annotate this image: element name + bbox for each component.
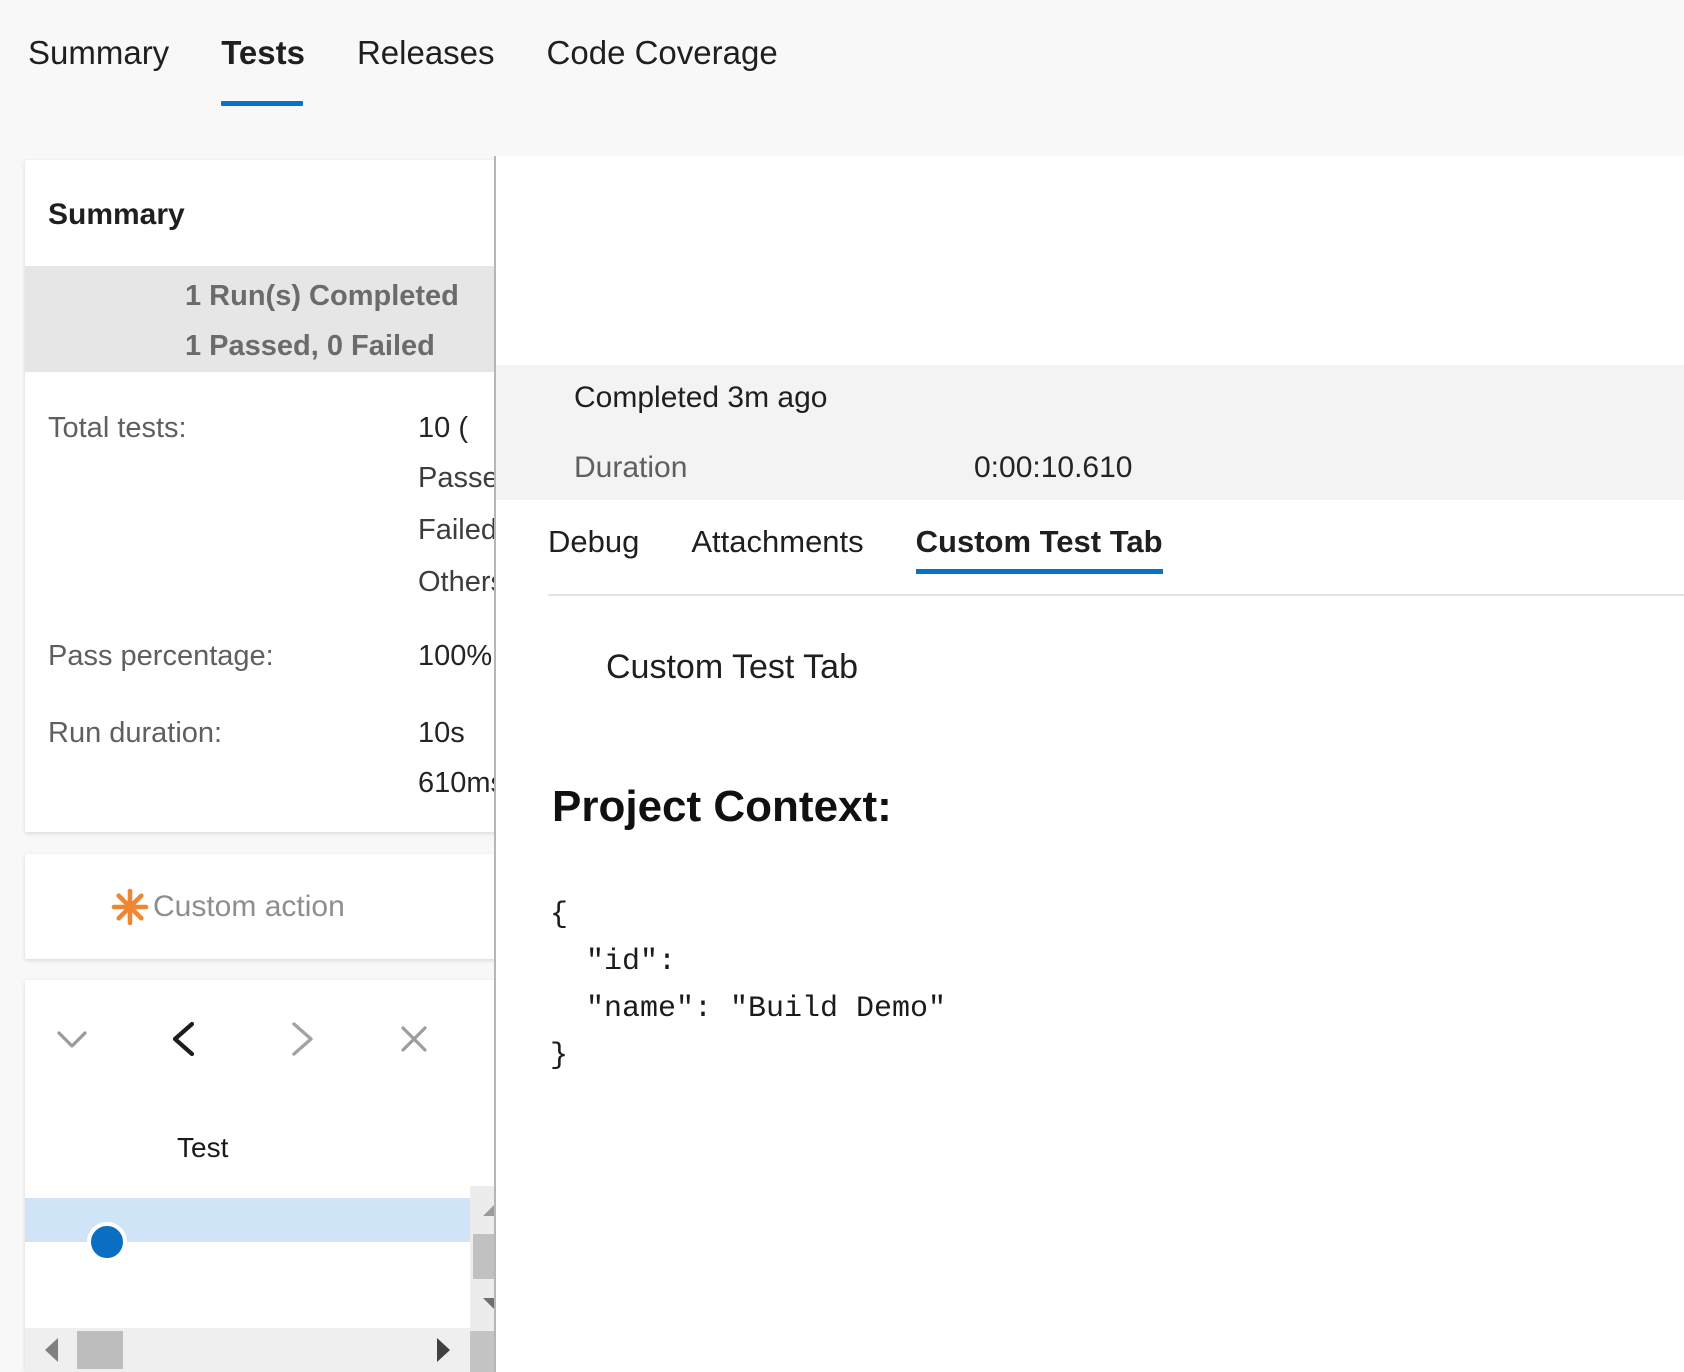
- pass-percentage-value: 100%: [418, 640, 492, 673]
- content-subheading: Custom Test Tab: [606, 648, 858, 687]
- test-grid-body: Test: [25, 1098, 496, 1372]
- tab-attachments-label: Attachments: [691, 524, 863, 559]
- test-grid-toolbar: [25, 980, 496, 1098]
- scrollbar-corner: [470, 1331, 496, 1372]
- tab-debug[interactable]: Debug: [548, 500, 639, 584]
- custom-test-tab-content: Custom Test Tab Project Context: { "id":…: [496, 602, 1684, 1372]
- total-tests-failed-value: Failed: [418, 514, 496, 547]
- duration-label: Duration: [574, 451, 687, 485]
- pass-percentage-label: Pass percentage:: [48, 640, 274, 673]
- summary-card: Summary 1 Run(s) Completed 1 Passed, 0 F…: [25, 160, 496, 832]
- total-tests-label: Total tests:: [48, 412, 187, 445]
- test-detail-panel: Completed 3m ago Duration 0:00:10.610 De…: [494, 156, 1684, 1372]
- test-grid-card: Test: [25, 980, 496, 1372]
- tab-summary-label: Summary: [28, 34, 169, 71]
- scroll-left-arrow-icon[interactable]: [25, 1328, 77, 1372]
- scroll-down-arrow-icon[interactable]: [470, 1281, 496, 1327]
- custom-action-label: Custom action: [153, 890, 345, 924]
- tab-summary[interactable]: Summary: [28, 22, 191, 84]
- horizontal-scrollbar-thumb[interactable]: [77, 1331, 123, 1369]
- column-header-test: Test: [177, 1132, 228, 1164]
- total-tests-others-value: Others: [418, 566, 496, 599]
- test-run-info-band: Completed 3m ago Duration 0:00:10.610: [496, 365, 1684, 500]
- custom-action-card[interactable]: Custom action: [25, 854, 496, 959]
- detail-tabs-divider: [548, 594, 1684, 596]
- tab-releases-label: Releases: [357, 34, 495, 71]
- completed-timestamp: Completed 3m ago: [574, 381, 827, 415]
- vertical-scrollbar-thumb[interactable]: [473, 1234, 496, 1279]
- summary-card-title: Summary: [48, 198, 185, 232]
- custom-action-button[interactable]: Custom action: [109, 886, 345, 928]
- detail-panel-header-space: [496, 156, 1684, 365]
- detail-tablist: Debug Attachments Custom Test Tab: [496, 500, 1684, 600]
- status-dot-icon: [87, 1222, 127, 1262]
- tab-tests-label: Tests: [221, 34, 305, 71]
- total-tests-passed-value: Passed: [418, 462, 496, 495]
- tab-code-coverage[interactable]: Code Coverage: [547, 22, 800, 84]
- vertical-scrollbar[interactable]: [470, 1186, 496, 1372]
- chevron-left-icon[interactable]: [153, 1006, 219, 1072]
- duration-value: 0:00:10.610: [974, 451, 1132, 485]
- top-navigation-bar: Summary Tests Releases Code Coverage: [0, 0, 1684, 156]
- test-grid-header-row: Test: [25, 1098, 470, 1198]
- run-duration-label: Run duration:: [48, 717, 222, 750]
- tab-custom-test-tab[interactable]: Custom Test Tab: [916, 500, 1163, 584]
- test-results-left-column: Summary 1 Run(s) Completed 1 Passed, 0 F…: [0, 156, 496, 1372]
- horizontal-scrollbar[interactable]: [25, 1328, 470, 1372]
- close-icon[interactable]: [381, 1006, 447, 1072]
- total-tests-value: 10 (: [418, 412, 468, 445]
- tab-attachments[interactable]: Attachments: [691, 500, 863, 584]
- passed-failed-text: 1 Passed, 0 Failed: [185, 330, 435, 363]
- run-duration-ms-value: 610ms: [418, 767, 496, 800]
- scroll-right-arrow-icon[interactable]: [418, 1328, 470, 1372]
- tab-active-underline: [221, 101, 303, 106]
- project-context-heading: Project Context:: [552, 782, 892, 832]
- runs-completed-text: 1 Run(s) Completed: [185, 280, 459, 313]
- asterisk-icon: [109, 886, 151, 928]
- chevron-right-icon[interactable]: [267, 1006, 333, 1072]
- run-duration-value: 10s: [418, 717, 465, 750]
- tab-debug-label: Debug: [548, 524, 639, 559]
- chevron-down-icon[interactable]: [39, 1006, 105, 1072]
- tab-custom-test-tab-label: Custom Test Tab: [916, 524, 1163, 559]
- tab-tests[interactable]: Tests: [221, 22, 327, 84]
- tab-code-coverage-label: Code Coverage: [547, 34, 778, 71]
- scroll-up-arrow-icon[interactable]: [470, 1186, 496, 1232]
- tab-releases[interactable]: Releases: [357, 22, 517, 84]
- top-nav-tablist: Summary Tests Releases Code Coverage: [28, 22, 830, 84]
- project-context-json: { "id": "name": "Build Demo" }: [550, 892, 946, 1080]
- run-status-banner: 1 Run(s) Completed 1 Passed, 0 Failed: [25, 266, 496, 372]
- detail-tab-active-underline: [916, 569, 1163, 574]
